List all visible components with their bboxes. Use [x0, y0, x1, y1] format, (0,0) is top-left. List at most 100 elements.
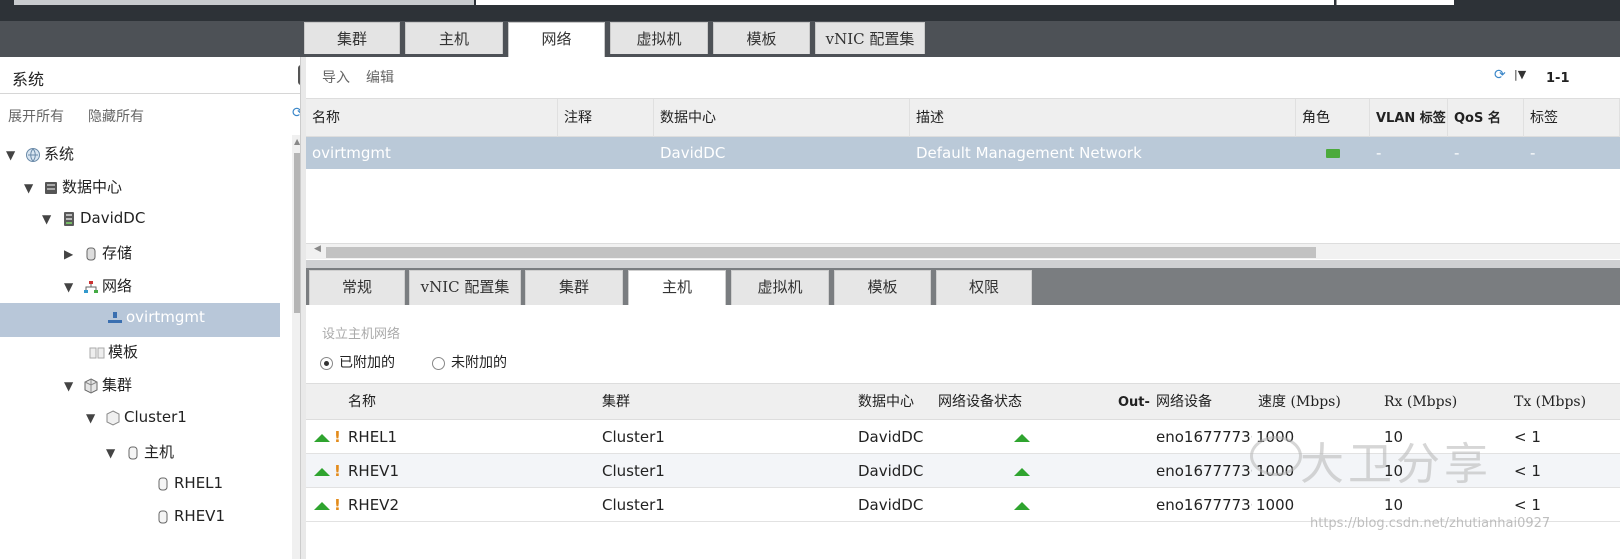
- expand-arrow-icon[interactable]: ▼: [106, 446, 124, 460]
- cell-label: -: [1530, 144, 1536, 162]
- cell-vlan: -: [1376, 144, 1382, 162]
- refresh-dropdown-icon[interactable]: |▼: [1514, 68, 1526, 81]
- tree-item-label: 数据中心: [62, 178, 123, 196]
- cell-nic: eno16777736: [1156, 496, 1252, 514]
- nic-up-icon: [1014, 454, 1030, 488]
- networks-main-view: 导入 编辑 ⟳ |▼ 1-1 名称 注释 数据中心 描述 角色 VLAN 标签 …: [306, 57, 1620, 267]
- table-row[interactable]: ovirtmgmt DavidDC Default Management Net…: [306, 137, 1620, 169]
- tree-item-rhev1[interactable]: RHEV1: [136, 507, 225, 525]
- col-header-rx[interactable]: Rx (Mbps): [1378, 384, 1508, 421]
- tree-item-daviddc[interactable]: ▼ DavidDC: [42, 209, 145, 227]
- edit-button[interactable]: 编辑: [366, 67, 394, 87]
- watermark-logo-icon: [1250, 436, 1302, 476]
- tree-item-label: ovirtmgmt: [126, 308, 205, 326]
- col-header-description[interactable]: 描述: [910, 99, 1296, 138]
- col-header-speed[interactable]: 速度 (Mbps): [1252, 384, 1376, 421]
- tree-item-network[interactable]: ▼ 网络: [64, 275, 132, 296]
- host-up-icon: !: [314, 454, 343, 488]
- setup-host-networks-button[interactable]: 设立主机网络: [322, 323, 400, 342]
- tree-item-label: 主机: [144, 443, 175, 461]
- tree-item-hosts[interactable]: ▼ 主机: [106, 441, 174, 462]
- host-up-icon: !: [314, 420, 343, 454]
- col-header-cluster[interactable]: 集群: [596, 384, 852, 421]
- tab-vnic-profiles[interactable]: vNIC 配置集: [815, 22, 925, 54]
- tab-networks[interactable]: 网络: [508, 22, 605, 57]
- cell-name: RHEL1: [348, 428, 398, 446]
- tree-title: 系统: [12, 70, 45, 89]
- expand-arrow-icon[interactable]: ▼: [64, 379, 82, 393]
- main-tab-bar: [0, 21, 1620, 57]
- tree-item-label: 网络: [102, 277, 133, 295]
- subtab-permissions[interactable]: 权限: [936, 270, 1032, 305]
- network-grid-header: 名称 注释 数据中心 描述 角色 VLAN 标签 QoS 名 标签: [306, 98, 1620, 138]
- top-input-strip: [476, 0, 1334, 5]
- cell-datacenter: DavidDC: [660, 144, 726, 162]
- host-up-icon: !: [314, 488, 343, 522]
- col-header-comment[interactable]: 注释: [558, 99, 654, 138]
- col-header-qos[interactable]: QoS 名: [1448, 99, 1524, 138]
- host-icon: [128, 446, 138, 459]
- tree-item-cluster1[interactable]: ▼ Cluster1: [86, 408, 187, 426]
- tree-item-clusters[interactable]: ▼ 集群: [64, 374, 132, 395]
- cell-cluster: Cluster1: [602, 462, 665, 480]
- network-node-icon: [108, 311, 122, 323]
- col-header-role[interactable]: 角色: [1296, 99, 1370, 138]
- tab-hosts[interactable]: 主机: [405, 22, 503, 54]
- expand-arrow-icon[interactable]: ▼: [6, 148, 24, 162]
- cell-cluster: Cluster1: [602, 428, 665, 446]
- expand-arrow-icon[interactable]: ▼: [64, 280, 82, 294]
- tree-item-datacenters[interactable]: ▼ 数据中心: [24, 176, 122, 197]
- network-icon: [84, 280, 98, 293]
- tab-clusters[interactable]: 集群: [304, 22, 400, 54]
- tab-templates[interactable]: 模板: [713, 22, 810, 54]
- col-header-datacenter[interactable]: 数据中心: [654, 99, 910, 138]
- tree-item-ovirtmgmt[interactable]: ovirtmgmt: [88, 308, 205, 326]
- subtab-templates[interactable]: 模板: [834, 270, 931, 305]
- hide-all-link[interactable]: 隐藏所有: [88, 106, 144, 126]
- cell-datacenter: DavidDC: [858, 428, 924, 446]
- tree-item-rhel1[interactable]: RHEL1: [136, 474, 223, 492]
- col-header-datacenter[interactable]: 数据中心: [852, 384, 932, 421]
- col-header-name[interactable]: 名称: [342, 384, 596, 421]
- cell-nic: eno16777736: [1156, 428, 1252, 446]
- nic-up-icon: [1014, 420, 1030, 454]
- cell-qos: -: [1454, 144, 1460, 162]
- radio-checked-icon[interactable]: [320, 356, 333, 370]
- horizontal-scrollbar-thumb[interactable]: [326, 247, 1316, 258]
- col-header-name[interactable]: 名称: [306, 99, 558, 138]
- tab-vms[interactable]: 虚拟机: [610, 22, 708, 54]
- expand-arrow-icon[interactable]: ▼: [42, 212, 60, 226]
- col-header-tx[interactable]: Tx (Mbps): [1508, 384, 1620, 421]
- import-button[interactable]: 导入: [322, 67, 350, 87]
- expand-arrow-icon[interactable]: ▶: [64, 247, 82, 261]
- refresh-icon[interactable]: ⟳: [1494, 67, 1506, 83]
- tree-item-templates[interactable]: 模板: [70, 341, 138, 362]
- template-icon: [89, 347, 105, 358]
- subtab-vnic-profiles[interactable]: vNIC 配置集: [409, 270, 521, 305]
- col-header-label[interactable]: 标签: [1524, 99, 1620, 138]
- cluster-icon: [84, 377, 98, 394]
- storage-icon: [86, 247, 96, 260]
- tree-item-storage[interactable]: ▶ 存储: [64, 242, 132, 263]
- expand-arrow-icon[interactable]: ▼: [86, 411, 104, 425]
- col-header-nic-status[interactable]: 网络设备状态: [932, 384, 1112, 421]
- expand-arrow-icon[interactable]: ▼: [24, 181, 42, 195]
- subtab-clusters[interactable]: 集群: [525, 270, 623, 305]
- radio-attached[interactable]: 已附加的: [320, 352, 395, 372]
- subtab-vms[interactable]: 虚拟机: [731, 270, 829, 305]
- watermark-url: https://blog.csdn.net/zhutianhai0927: [1310, 516, 1551, 531]
- col-header-nic[interactable]: 网络设备: [1150, 384, 1252, 421]
- expand-all-link[interactable]: 展开所有: [8, 106, 64, 126]
- subtab-general[interactable]: 常规: [309, 270, 405, 305]
- paging-info: 1-1: [1546, 71, 1570, 86]
- col-header-out[interactable]: Out-: [1112, 384, 1150, 421]
- detail-splitter[interactable]: [306, 260, 1620, 268]
- col-header-vlan[interactable]: VLAN 标签: [1370, 99, 1448, 138]
- subtab-hosts[interactable]: 主机: [628, 270, 726, 305]
- radio-unchecked-icon[interactable]: [432, 356, 445, 370]
- cell-tx: < 1: [1514, 462, 1541, 480]
- tree-item-system[interactable]: ▼ 系统: [6, 143, 74, 164]
- cell-comment: [558, 137, 654, 169]
- radio-unattached[interactable]: 未附加的: [432, 352, 507, 372]
- scroll-left-icon[interactable]: ◀: [314, 244, 321, 254]
